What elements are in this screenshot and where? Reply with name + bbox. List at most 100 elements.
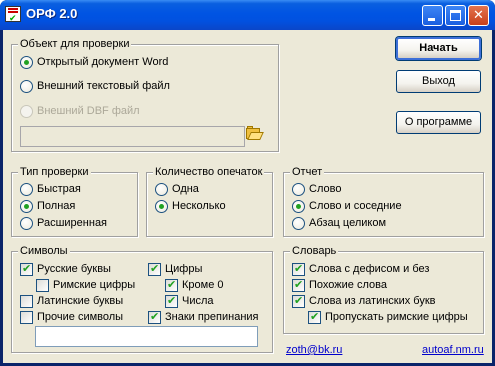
typo-count-group: Количество опечаток Одна Несколько — [146, 165, 273, 237]
report-title: Отчет — [290, 165, 325, 179]
window-title: ОРФ 2.0 — [26, 6, 78, 21]
option-word-document[interactable]: Открытый документ Word — [20, 54, 260, 70]
option-several-label: Несколько — [172, 200, 226, 212]
check-type-title: Тип проверки — [18, 165, 91, 179]
checkbox-roman-digits[interactable] — [36, 279, 49, 292]
object-group-title: Объект для проверки — [18, 37, 132, 51]
option-full-label: Полная — [37, 200, 76, 212]
option-one[interactable]: Одна — [155, 181, 265, 197]
file-path-field — [20, 126, 245, 147]
check-latin-letters[interactable]: Латинские буквы — [20, 293, 140, 309]
latin-words-label: Слова из латинских букв — [309, 295, 436, 307]
checkbox-similar-words[interactable] — [292, 278, 305, 292]
option-word-document-label: Открытый документ Word — [37, 56, 169, 68]
option-one-label: Одна — [172, 183, 199, 195]
checkbox-except-zero[interactable] — [165, 278, 178, 292]
website-link[interactable]: autoaf.nm.ru — [422, 344, 484, 356]
radio-whole-paragraph[interactable] — [292, 217, 305, 230]
object-group: Объект для проверки Открытый документ Wo… — [11, 37, 279, 152]
start-button[interactable]: Начать — [396, 37, 481, 60]
other-symbols-label: Прочие символы — [37, 311, 124, 323]
skip-roman-label: Пропускать римские цифры — [325, 311, 468, 323]
option-fast-label: Быстрая — [37, 183, 81, 195]
check-skip-roman[interactable]: Пропускать римские цифры — [308, 309, 480, 325]
option-full[interactable]: Полная — [20, 198, 130, 214]
checkbox-hyphen-words[interactable] — [292, 262, 305, 276]
checkbox-skip-roman[interactable] — [308, 310, 321, 324]
minimize-button[interactable] — [422, 5, 443, 26]
exit-button[interactable]: Выход — [396, 70, 481, 93]
other-symbols-input[interactable] — [35, 326, 258, 347]
digits-label: Цифры — [165, 263, 203, 275]
option-fast[interactable]: Быстрая — [20, 181, 130, 197]
report-group: Отчет Слово Слово и соседние Абзац целик… — [283, 165, 484, 237]
radio-word[interactable] — [292, 183, 305, 196]
option-dbf-file: Внешний DBF файл — [20, 103, 260, 119]
dictionary-title: Словарь — [290, 244, 339, 258]
option-text-file-label: Внешний текстовый файл — [37, 80, 170, 92]
radio-fast[interactable] — [20, 183, 33, 196]
punctuation-label: Знаки препинания — [165, 311, 259, 323]
numbers-label: Числа — [182, 295, 214, 307]
option-word[interactable]: Слово — [292, 181, 472, 197]
radio-word-document[interactable] — [20, 56, 33, 69]
radio-full[interactable] — [20, 200, 33, 213]
check-digits[interactable]: Цифры — [148, 261, 258, 277]
check-russian-letters[interactable]: Русские буквы — [20, 261, 140, 277]
checkbox-russian-letters[interactable] — [20, 262, 33, 276]
radio-several[interactable] — [155, 200, 168, 213]
radio-one[interactable] — [155, 183, 168, 196]
option-whole-paragraph[interactable]: Абзац целиком — [292, 215, 472, 231]
check-similar-words[interactable]: Похожие слова — [292, 277, 477, 293]
close-button[interactable]: ✕ — [468, 5, 489, 26]
radio-word-and-neighbors[interactable] — [292, 200, 305, 213]
russian-letters-label: Русские буквы — [37, 263, 111, 275]
dialog-client-area: Объект для проверки Открытый документ Wo… — [3, 30, 492, 363]
option-several[interactable]: Несколько — [155, 198, 265, 214]
check-latin-words[interactable]: Слова из латинских букв — [292, 293, 477, 309]
checkbox-digits[interactable] — [148, 262, 161, 276]
minimize-icon — [428, 18, 435, 21]
title-bar[interactable]: ✔ ОРФ 2.0 ✕ — [0, 0, 495, 30]
except-zero-label: Кроме 0 — [182, 279, 224, 291]
checkbox-punctuation[interactable] — [148, 310, 161, 324]
radio-text-file[interactable] — [20, 80, 33, 93]
option-extended-label: Расширенная — [37, 217, 108, 229]
hyphen-words-label: Слова с дефисом и без — [309, 263, 430, 275]
check-other-symbols[interactable]: Прочие символы — [20, 309, 140, 325]
check-hyphen-words[interactable]: Слова с дефисом и без — [292, 261, 477, 277]
option-text-file[interactable]: Внешний текстовый файл — [20, 78, 260, 94]
roman-digits-label: Римские цифры — [53, 279, 136, 291]
option-dbf-file-label: Внешний DBF файл — [37, 105, 140, 117]
check-type-group: Тип проверки Быстрая Полная Расширенная — [11, 165, 138, 237]
close-icon: ✕ — [473, 7, 484, 22]
checkbox-other-symbols[interactable] — [20, 311, 33, 324]
option-whole-paragraph-label: Абзац целиком — [309, 217, 387, 229]
typo-count-title: Количество опечаток — [153, 165, 265, 179]
check-roman-digits[interactable]: Римские цифры — [36, 277, 146, 293]
checkbox-numbers[interactable] — [165, 294, 178, 308]
app-icon[interactable]: ✔ — [5, 6, 21, 23]
application-window: ✔ ОРФ 2.0 ✕ Объект для проверки Открытый… — [0, 0, 495, 366]
check-punctuation[interactable]: Знаки препинания — [148, 309, 268, 325]
checkbox-latin-words[interactable] — [292, 294, 305, 308]
about-button[interactable]: О программе — [396, 111, 481, 134]
maximize-icon — [450, 10, 461, 21]
option-word-and-neighbors[interactable]: Слово и соседние — [292, 198, 472, 214]
email-link[interactable]: zoth@bk.ru — [286, 344, 342, 356]
open-folder-icon[interactable] — [246, 126, 264, 140]
checkbox-latin-letters[interactable] — [20, 295, 33, 308]
similar-words-label: Похожие слова — [309, 279, 387, 291]
option-word-and-neighbors-label: Слово и соседние — [309, 200, 402, 212]
symbols-title: Символы — [18, 244, 70, 258]
dictionary-group: Словарь Слова с дефисом и без Похожие сл… — [283, 244, 484, 334]
check-except-zero[interactable]: Кроме 0 — [165, 277, 265, 293]
radio-dbf-file — [20, 105, 33, 118]
radio-extended[interactable] — [20, 217, 33, 230]
symbols-group: Символы Русские буквы Римские цифры Лати… — [11, 244, 273, 353]
maximize-button[interactable] — [445, 5, 466, 26]
latin-letters-label: Латинские буквы — [37, 295, 124, 307]
option-word-label: Слово — [309, 183, 342, 195]
check-numbers[interactable]: Числа — [165, 293, 265, 309]
option-extended[interactable]: Расширенная — [20, 215, 130, 231]
